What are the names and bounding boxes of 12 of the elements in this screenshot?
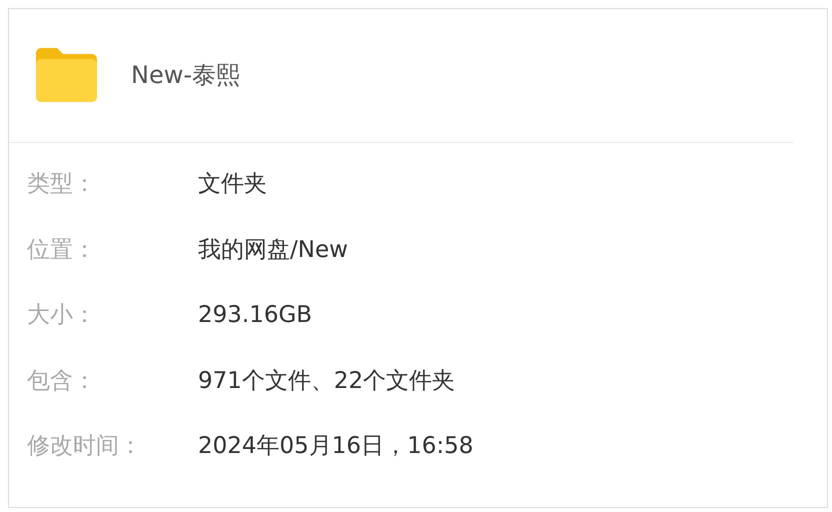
- property-label: 类型：: [27, 170, 97, 200]
- property-value: 文件夹: [198, 170, 267, 200]
- property-value: 2024年05月16日，16:58: [198, 432, 474, 462]
- property-label: 大小：: [27, 301, 97, 330]
- property-label: 位置：: [27, 236, 97, 265]
- folder-name: New-泰熙: [131, 60, 240, 90]
- property-label: 包含：: [27, 366, 97, 396]
- folder-icon: [36, 47, 97, 102]
- property-value: 293.16GB: [198, 302, 312, 328]
- property-value: 我的网盘/New: [198, 236, 348, 265]
- property-label: 修改时间：: [27, 432, 143, 462]
- property-value: 971个文件、22个文件夹: [198, 366, 456, 396]
